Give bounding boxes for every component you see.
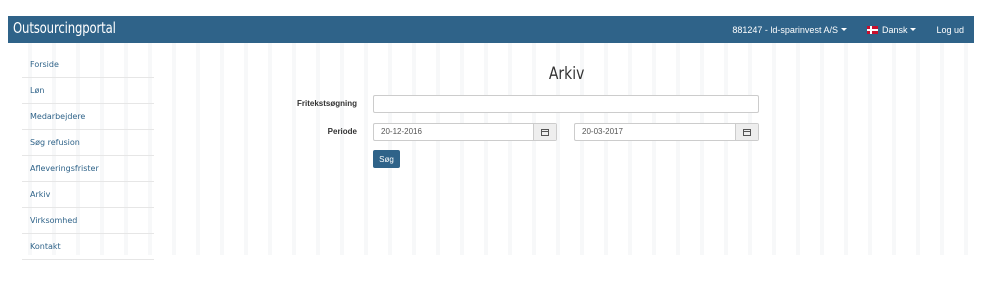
top-navbar: Outsourcingportal 881247 - ld-sparinvest…: [8, 16, 974, 43]
calendar-icon: [541, 128, 549, 136]
date-from-value: 20-12-2016: [381, 127, 422, 136]
calendar-icon: [743, 128, 751, 136]
date-to-value: 20-03-2017: [582, 127, 623, 136]
sidebar-item-afleveringsfrister[interactable]: Afleveringsfrister: [22, 156, 154, 182]
logout-link[interactable]: Log ud: [926, 16, 974, 43]
sidebar-item-kontakt[interactable]: Kontakt: [22, 234, 154, 260]
language-label: Dansk: [881, 24, 908, 35]
sidebar-item-arkiv[interactable]: Arkiv: [22, 182, 154, 208]
date-from-picker-button[interactable]: [533, 124, 556, 140]
date-from-field[interactable]: 20-12-2016: [373, 123, 557, 141]
freetext-input[interactable]: [373, 95, 759, 113]
period-label: Periode: [327, 127, 357, 136]
freetext-label: Fritekstsøgning: [296, 99, 357, 108]
sidebar-item-soeg-refusion[interactable]: Søg refusion: [22, 130, 154, 156]
page: Outsourcingportal 881247 - ld-sparinvest…: [0, 0, 982, 287]
navbar-right: 881247 - ld-sparinvest A/S Dansk Log ud: [722, 16, 974, 43]
page-title-text: Arkiv: [549, 64, 585, 84]
danish-flag-icon: [866, 25, 878, 34]
date-to-field[interactable]: 20-03-2017: [574, 123, 759, 141]
chevron-down-icon: [910, 28, 917, 31]
language-dropdown[interactable]: Dansk: [857, 16, 927, 43]
sidebar-item-medarbejdere[interactable]: Medarbejdere: [22, 104, 154, 130]
brand-link[interactable]: Outsourcingportal: [13, 19, 116, 37]
date-to-picker-button[interactable]: [735, 124, 758, 140]
company-label: 881247 - ld-sparinvest A/S: [732, 24, 838, 35]
company-dropdown[interactable]: 881247 - ld-sparinvest A/S: [722, 16, 857, 43]
sidebar-item-virksomhed[interactable]: Virksomhed: [22, 208, 154, 234]
chevron-down-icon: [840, 28, 847, 31]
page-title: Arkiv: [0, 64, 982, 84]
search-button[interactable]: Søg: [373, 150, 400, 168]
